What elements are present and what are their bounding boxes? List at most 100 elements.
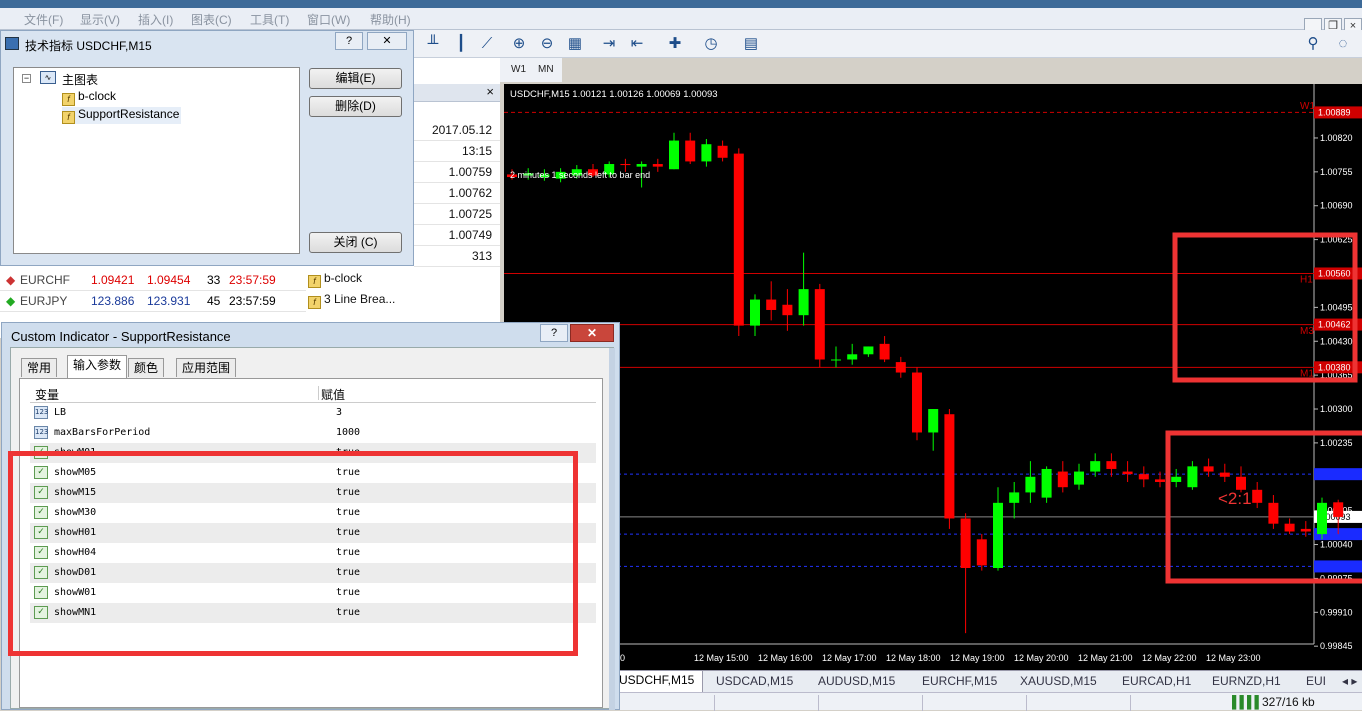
chart-shift-icon[interactable]: ⇤ bbox=[626, 34, 648, 54]
menu-view[interactable]: 显示(V) bbox=[80, 11, 120, 28]
zoom-out-icon[interactable]: ⊖ bbox=[536, 34, 558, 54]
chart-tabs: USDCHF,M15 USDCAD,M15 AUDUSD,M15 EURCHF,M15… bbox=[612, 670, 1362, 693]
help-button[interactable]: ? bbox=[540, 324, 568, 342]
param-value[interactable]: 3 bbox=[336, 403, 342, 423]
data-time: 13:15 bbox=[414, 141, 500, 162]
candle-body bbox=[1236, 476, 1246, 490]
param-value[interactable]: true bbox=[336, 503, 360, 523]
delete-button[interactable]: 删除(D) bbox=[309, 96, 402, 117]
menu-file[interactable]: 文件(F) bbox=[24, 11, 63, 28]
time-label: 12 May 18:00 bbox=[886, 653, 941, 663]
candle-body bbox=[652, 164, 663, 167]
param-value[interactable]: true bbox=[336, 443, 360, 463]
param-value[interactable]: true bbox=[336, 563, 360, 583]
tree-root-main-chart[interactable]: 主图表 bbox=[62, 71, 98, 88]
menu-insert[interactable]: 插入(I) bbox=[138, 11, 173, 28]
candlestick-icon[interactable]: ┃ bbox=[450, 34, 472, 54]
line-chart-icon[interactable]: ⟋ bbox=[476, 34, 498, 54]
param-name: showM30 bbox=[54, 507, 97, 518]
param-row[interactable]: ✓ showH04 true bbox=[30, 543, 596, 563]
edit-button[interactable]: 编辑(E) bbox=[309, 68, 402, 89]
periods-clock-icon[interactable]: ◷ bbox=[700, 34, 722, 54]
param-value[interactable]: true bbox=[336, 543, 360, 563]
search-icon[interactable]: ⚲ bbox=[1302, 34, 1324, 54]
column-value: 赋值 bbox=[318, 386, 345, 402]
menu-help[interactable]: 帮助(H) bbox=[370, 11, 411, 28]
navigator-item[interactable]: f3 Line Brea... bbox=[308, 289, 408, 310]
scrollbar[interactable] bbox=[609, 348, 615, 710]
tab-scroll-arrows-icon[interactable]: ◂ ▸ bbox=[1342, 674, 1357, 688]
close-dialog-button[interactable]: 关闭 (C) bbox=[309, 232, 402, 253]
tab-visualization[interactable]: 应用范围 bbox=[176, 358, 237, 377]
technical-indicators-dialog: 技术指标 USDCHF,M15 ? ✕ − ∿ 主图表 f b-clock f Su… bbox=[0, 30, 414, 266]
price-chart[interactable]: 1.00820 1.00755 1.00690 1.00625 1.00495 1.004… bbox=[504, 84, 1362, 670]
chart-tab[interactable]: EURCAD,H1 bbox=[1122, 674, 1191, 688]
tab-common[interactable]: 常用 bbox=[21, 358, 58, 377]
param-value[interactable]: true bbox=[336, 583, 360, 603]
param-value[interactable]: true bbox=[336, 523, 360, 543]
tree-item-supportresistance[interactable]: f SupportResistance bbox=[62, 107, 182, 124]
data-volume: 313 bbox=[414, 246, 500, 267]
help-button[interactable]: ? bbox=[335, 32, 363, 50]
param-row[interactable]: 123 LB 3 bbox=[30, 403, 596, 423]
close-button[interactable]: ✕ bbox=[367, 32, 407, 50]
tile-windows-icon[interactable]: ▦ bbox=[564, 34, 586, 54]
time-label: 12 May 19:00 bbox=[950, 653, 1005, 663]
level-tag-bg bbox=[1314, 560, 1362, 573]
chat-icon[interactable]: ◌ bbox=[1332, 34, 1354, 54]
tab-colors[interactable]: 颜色 bbox=[128, 358, 165, 377]
candle-body bbox=[993, 502, 1003, 568]
tree-item-label: SupportResistance bbox=[78, 107, 180, 121]
ask: 123.931 bbox=[147, 294, 191, 308]
tree-item-b-clock[interactable]: f b-clock bbox=[62, 89, 116, 106]
price-label: 0.99845 bbox=[1320, 641, 1353, 651]
param-name: showM01 bbox=[54, 447, 97, 458]
chart-tab[interactable]: XAUUSD,M15 bbox=[1020, 674, 1097, 688]
close-button[interactable]: ✕ bbox=[570, 324, 614, 342]
price-label: 1.00755 bbox=[1320, 167, 1353, 177]
close-icon[interactable]: × bbox=[486, 84, 494, 99]
param-row[interactable]: ✓ showM15 true bbox=[30, 483, 596, 503]
data-open: 1.00759 bbox=[414, 162, 500, 183]
navigator-item[interactable]: f b-clock bbox=[308, 268, 408, 289]
param-value[interactable]: true bbox=[336, 463, 360, 483]
timeframe-w1[interactable]: W1 bbox=[511, 64, 526, 75]
zoom-in-icon[interactable]: ⊕ bbox=[508, 34, 530, 54]
chart-tab[interactable]: USDCAD,M15 bbox=[716, 674, 793, 688]
chart-tab[interactable]: EUI bbox=[1306, 674, 1326, 688]
param-row[interactable]: ✓ showMN1 true bbox=[30, 603, 596, 623]
param-row[interactable]: ✓ showD01 true bbox=[30, 563, 596, 583]
templates-icon[interactable]: ▤ bbox=[740, 34, 762, 54]
param-value[interactable]: true bbox=[336, 603, 360, 623]
menu-tools[interactable]: 工具(T) bbox=[250, 11, 289, 28]
menu-window[interactable]: 窗口(W) bbox=[307, 11, 350, 28]
candle-body bbox=[636, 164, 647, 167]
candle-body bbox=[912, 372, 922, 433]
int-param-icon: 123 bbox=[34, 406, 48, 419]
collapse-icon[interactable]: − bbox=[22, 74, 31, 83]
chart-tab[interactable]: AUDUSD,M15 bbox=[818, 674, 895, 688]
menu-bar: 文件(F) 显示(V) 插入(I) 图表(C) 工具(T) 窗口(W) 帮助(H… bbox=[0, 8, 1362, 34]
param-row[interactable]: ✓ showM05 true bbox=[30, 463, 596, 483]
price-label: 1.00235 bbox=[1320, 438, 1353, 448]
indicators-icon[interactable]: ✚ bbox=[664, 34, 686, 54]
autoscroll-icon[interactable]: ⇥ bbox=[598, 34, 620, 54]
param-row[interactable]: ✓ showW01 true bbox=[30, 583, 596, 603]
price-label: 1.00820 bbox=[1320, 133, 1353, 143]
chart-tab[interactable]: USDCHF,M15 bbox=[612, 671, 704, 693]
chart-tab[interactable]: EURCHF,M15 bbox=[922, 674, 997, 688]
bool-param-icon: ✓ bbox=[34, 586, 48, 599]
market-watch-row[interactable]: ◆ EURCHF 1.09421 1.09454 33 23:57:59 bbox=[0, 270, 306, 291]
timeframe-mn[interactable]: MN bbox=[538, 64, 554, 75]
param-value[interactable]: true bbox=[336, 483, 360, 503]
bar-chart-icon[interactable]: ╨ bbox=[422, 34, 444, 54]
param-row[interactable]: 123 maxBarsForPeriod 1000 bbox=[30, 423, 596, 443]
param-row[interactable]: ✓ showM01 true bbox=[30, 443, 596, 463]
param-row[interactable]: ✓ showM30 true bbox=[30, 503, 596, 523]
chart-tab[interactable]: EURNZD,H1 bbox=[1212, 674, 1281, 688]
menu-charts[interactable]: 图表(C) bbox=[191, 11, 232, 28]
tab-inputs[interactable]: 输入参数 bbox=[67, 355, 128, 378]
market-watch-row[interactable]: ◆ EURJPY 123.886 123.931 45 23:57:59 bbox=[0, 291, 306, 312]
param-row[interactable]: ✓ showH01 true bbox=[30, 523, 596, 543]
param-value[interactable]: 1000 bbox=[336, 423, 360, 443]
